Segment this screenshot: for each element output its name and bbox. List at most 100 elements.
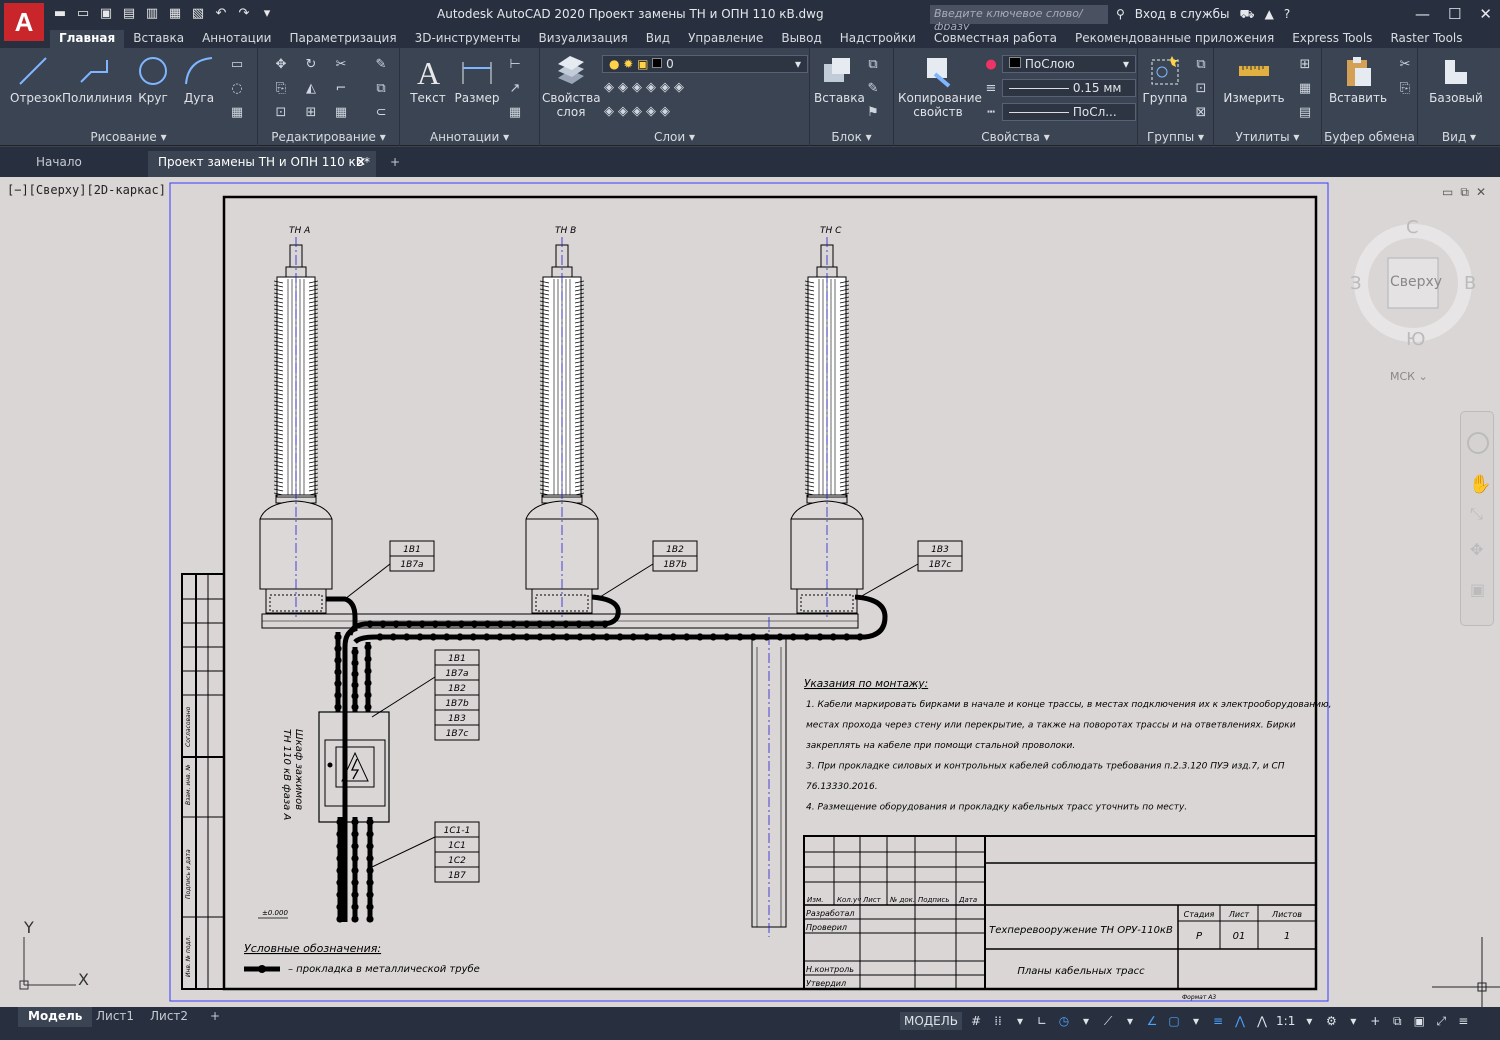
rotate-icon[interactable]: ↻ (302, 56, 320, 74)
array-icon[interactable]: ▦ (332, 104, 350, 122)
paste-button[interactable]: Вставить (1328, 54, 1388, 105)
lineweight-icon[interactable]: ≡ (982, 80, 1000, 98)
circle-button[interactable]: Круг (134, 54, 172, 105)
arc-button[interactable]: Дуга (180, 54, 218, 105)
hardware-accel-icon[interactable]: ▣ (1411, 1014, 1427, 1028)
create-block-icon[interactable]: ⧉ (864, 56, 882, 74)
color-dropdown[interactable]: ПоСлою ▾ (1002, 55, 1136, 73)
panel-utilities-title[interactable]: Утилиты ▾ (1214, 130, 1321, 144)
view-cube-face-top[interactable]: Сверху (1390, 274, 1442, 290)
ribbon-tab[interactable]: Визуализация (529, 30, 636, 48)
iso-menu-icon[interactable]: ▾ (1122, 1014, 1138, 1028)
measure-button[interactable]: Измерить (1222, 54, 1286, 105)
add-layout-icon[interactable]: + (200, 1007, 230, 1027)
model-space-button[interactable]: МОДЕЛЬ (900, 1012, 963, 1030)
panel-modify-title[interactable]: Редактирование ▾ (258, 130, 399, 144)
zoom-icon[interactable]: ⤡ (1470, 504, 1483, 524)
isometric-icon[interactable]: ⟋ (1100, 1014, 1116, 1029)
panel-groups-title[interactable]: Группы ▾ (1138, 130, 1213, 144)
layer-tool-icon[interactable]: ◈ (646, 80, 656, 95)
polar-menu-icon[interactable]: ▾ (1078, 1014, 1094, 1028)
ungroup-icon[interactable]: ⧉ (1192, 56, 1210, 74)
layer-dropdown[interactable]: ● ✹ ▣ 0 ▾ (602, 55, 808, 73)
customize-qat-icon[interactable]: ▾ (259, 6, 275, 22)
match-properties-button[interactable]: Копирование свойств (898, 54, 982, 119)
layout-tab[interactable]: Модель (18, 1007, 93, 1027)
binoculars-icon[interactable]: ⚲ (1116, 7, 1125, 23)
ribbon-tab[interactable]: Главная (50, 30, 125, 48)
viewport-controls-label[interactable]: [−][Сверху][2D-каркас] (7, 183, 166, 197)
lineweight-toggle-icon[interactable]: ≡ (1210, 1014, 1226, 1028)
web-open-icon[interactable]: ▥ (144, 6, 160, 22)
layer-tool-icon[interactable]: ◈ (646, 104, 656, 119)
ribbon-tab[interactable]: Управление (679, 30, 772, 48)
customize-status-icon[interactable]: ≡ (1455, 1014, 1471, 1028)
erase-icon[interactable]: ✎ (372, 56, 390, 74)
open-icon[interactable]: ▭ (75, 6, 91, 22)
line-button[interactable]: Отрезок (10, 54, 62, 105)
group-button[interactable]: Группа (1142, 54, 1188, 105)
save-as-icon[interactable]: ▤ (121, 6, 137, 22)
compass-east[interactable]: В (1464, 273, 1476, 294)
drawing-viewport[interactable]: Инв. № подл. Подпись и дата Взам. инв. № Со… (0, 177, 1500, 1007)
annotation-monitor-icon[interactable]: + (1367, 1014, 1383, 1028)
osnap-menu-icon[interactable]: ▾ (1188, 1014, 1204, 1028)
close-icon[interactable]: ✕ (1479, 5, 1492, 23)
ribbon-tab[interactable]: Рекомендованные приложения (1066, 30, 1283, 48)
layer-tool-icon[interactable]: ◈ (604, 104, 614, 119)
object-snap-icon[interactable]: ▢ (1166, 1014, 1182, 1028)
tab-current-drawing[interactable]: Проект замены ТН и ОПН 110 кВ* ✕ (148, 151, 376, 177)
linetype-dropdown[interactable]: ПоСл... (1002, 103, 1136, 121)
workspace-menu-icon[interactable]: ▾ (1345, 1014, 1361, 1028)
ribbon-tab[interactable]: 3D-инструменты (406, 30, 530, 48)
orbit-icon[interactable]: ✥ (1470, 540, 1483, 559)
panel-layers-title[interactable]: Слои ▾ (540, 130, 809, 144)
layout-tab[interactable]: Лист2 (140, 1007, 198, 1027)
explode-icon[interactable]: ⧉ (372, 80, 390, 98)
offset-icon[interactable]: ⊂ (372, 104, 390, 122)
scale-icon[interactable]: ⊞ (302, 104, 320, 122)
workspace-gear-icon[interactable]: ⚙ (1323, 1014, 1339, 1028)
snap-menu-icon[interactable]: ▾ (1012, 1014, 1028, 1028)
layer-tool-icon[interactable]: ◈ (660, 104, 670, 119)
polyline-button[interactable]: Полилиния (62, 54, 132, 105)
linear-dim-icon[interactable]: ⊢ (506, 56, 524, 74)
copy-clip-icon[interactable]: ⎘ (1396, 80, 1414, 98)
vp-close-icon[interactable]: ✕ (1476, 185, 1486, 200)
group-edit-icon[interactable]: ⊡ (1192, 80, 1210, 98)
mirror-icon[interactable]: ◭ (302, 80, 320, 98)
redo-icon[interactable]: ↷ (236, 6, 252, 22)
object-snap-tracking-icon[interactable]: ∠ (1144, 1014, 1160, 1028)
polar-tracking-icon[interactable]: ◷ (1056, 1014, 1072, 1028)
ribbon-tab[interactable]: Совместная работа (925, 30, 1066, 48)
linetype-icon[interactable]: ┅ (982, 104, 1000, 122)
ribbon-tab[interactable]: Аннотации (193, 30, 280, 48)
panel-block-title[interactable]: Блок ▾ (810, 130, 893, 144)
tab-start[interactable]: Начало (26, 151, 92, 177)
insert-block-button[interactable]: Вставка (814, 54, 865, 105)
id-point-icon[interactable]: ▤ (1296, 104, 1314, 122)
snap-icon[interactable]: ⁞⁞ (990, 1014, 1006, 1028)
drawing-canvas[interactable]: Инв. № подл. Подпись и дата Взам. инв. № Со… (0, 177, 1500, 1007)
lineweight-dropdown[interactable]: 0.15 мм (1002, 79, 1136, 97)
panel-properties-title[interactable]: Свойства ▾ (894, 130, 1137, 144)
print-icon[interactable]: ▧ (190, 6, 206, 22)
layer-tool-icon[interactable]: ◈ (632, 80, 642, 95)
ribbon-tab[interactable]: Вывод (772, 30, 830, 48)
text-button[interactable]: A Текст (408, 54, 448, 105)
pan-icon[interactable]: ✋ (1469, 474, 1491, 495)
ribbon-tab[interactable]: Вид (637, 30, 679, 48)
steering-wheel-icon[interactable] (1467, 432, 1489, 454)
layer-tool-icon[interactable]: ◈ (618, 104, 628, 119)
layer-tool-icon[interactable]: ◈ (618, 80, 628, 95)
layer-tool-icon[interactable]: ◈ (660, 80, 670, 95)
ucs-menu[interactable]: МСК ⌄ (1390, 370, 1428, 383)
cut-icon[interactable]: ✂ (1396, 56, 1414, 74)
block-attrib-icon[interactable]: ⚑ (864, 104, 882, 122)
ortho-icon[interactable]: ∟ (1034, 1014, 1050, 1028)
dimension-button[interactable]: Размер (454, 54, 500, 105)
leader-icon[interactable]: ↗ (506, 80, 524, 98)
compass-south[interactable]: Ю (1406, 329, 1425, 350)
edit-block-icon[interactable]: ✎ (864, 80, 882, 98)
panel-clipboard-title[interactable]: Буфер обмена (1322, 130, 1417, 144)
